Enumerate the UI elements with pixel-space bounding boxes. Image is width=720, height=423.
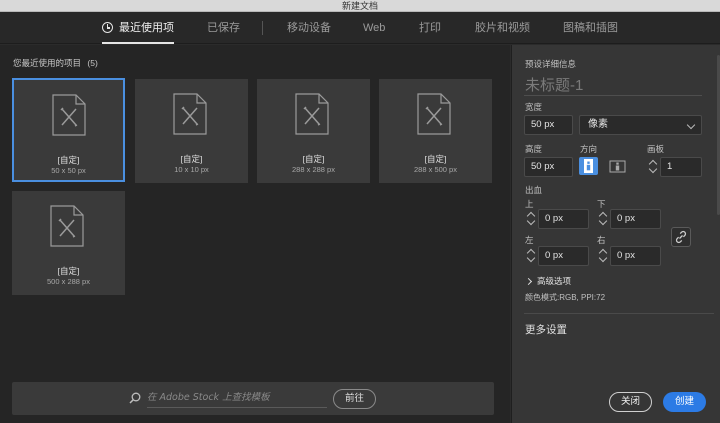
- go-button[interactable]: 前往: [333, 389, 376, 409]
- category-tabbar: 最近使用项 已保存 移动设备 Web 打印 胶片和视频 图稿和插图: [0, 12, 720, 44]
- preset-size: 288 x 288 px: [292, 165, 335, 174]
- bleed-top-field[interactable]: 0 px: [538, 209, 589, 229]
- bleed-right-stepper[interactable]: [598, 246, 609, 266]
- tab-divider: [262, 21, 263, 35]
- more-settings-button[interactable]: 更多设置: [525, 322, 567, 337]
- orientation-label: 方向: [580, 144, 598, 154]
- artboards-field[interactable]: 1: [660, 157, 702, 177]
- more-settings-divider: [524, 313, 714, 314]
- tab-print[interactable]: 打印: [419, 12, 441, 44]
- height-field[interactable]: 50 px: [524, 157, 573, 177]
- landscape-icon: [609, 160, 626, 173]
- preset-name: [自定]: [57, 266, 80, 276]
- chevron-down-icon: [686, 120, 696, 130]
- recent-items-heading: 您最近使用的项目 (5): [13, 57, 98, 69]
- bleed-right-field[interactable]: 0 px: [610, 246, 661, 266]
- tab-film-video[interactable]: 胶片和视频: [475, 12, 530, 44]
- artboards-label: 画板: [647, 144, 665, 154]
- window-titlebar: 新建文档: [0, 0, 720, 12]
- stepper-down-icon: [526, 253, 536, 263]
- document-preset-icon: [417, 93, 451, 135]
- document-name[interactable]: 未标题-1: [525, 74, 583, 95]
- tab-web[interactable]: Web: [363, 12, 385, 44]
- window-title: 新建文档: [341, 1, 378, 11]
- tab-saved[interactable]: 已保存: [207, 12, 240, 44]
- stepper-down-icon: [526, 216, 536, 226]
- preset-details-title: 预设详细信息: [525, 59, 577, 69]
- recent-items-count: (5): [87, 58, 98, 68]
- artboards-stepper[interactable]: [648, 157, 659, 177]
- bleed-left-field[interactable]: 0 px: [538, 246, 589, 266]
- bleed-left-stepper[interactable]: [526, 246, 537, 266]
- link-bleed-button[interactable]: [671, 227, 691, 247]
- preset-size: 50 x 50 px: [51, 166, 86, 175]
- bleed-left-label: 左: [525, 235, 534, 245]
- tab-art-illustration[interactable]: 图稿和插图: [563, 12, 618, 44]
- preset-name: [自定]: [424, 154, 447, 164]
- search-icon: [129, 392, 141, 404]
- stepper-down-icon: [648, 164, 658, 174]
- width-field[interactable]: 50 px: [524, 115, 573, 135]
- tab-mobile[interactable]: 移动设备: [287, 12, 331, 44]
- document-preset-icon: [52, 94, 86, 136]
- bleed-right-label: 右: [597, 235, 606, 245]
- create-button[interactable]: 创建: [663, 392, 706, 412]
- unit-select[interactable]: 像素: [579, 115, 702, 135]
- landscape-orientation-button[interactable]: [608, 157, 627, 175]
- recent-items-panel: 您最近使用的项目 (5) [自定] 50 x 50 px [自定] 10 x 1…: [0, 45, 510, 423]
- name-underline: [524, 95, 702, 96]
- advanced-options-toggle[interactable]: 高级选项: [537, 275, 571, 287]
- bleed-label: 出血: [525, 185, 543, 195]
- link-icon: [675, 230, 687, 244]
- preset-card[interactable]: [自定] 10 x 10 px: [135, 79, 248, 183]
- preset-size: 500 x 288 px: [47, 277, 90, 286]
- close-button[interactable]: 关闭: [609, 392, 652, 412]
- preset-size: 10 x 10 px: [174, 165, 209, 174]
- clock-icon: [102, 22, 113, 33]
- preset-card[interactable]: [自定] 288 x 500 px: [379, 79, 492, 183]
- preset-name: [自定]: [302, 154, 325, 164]
- document-preset-icon: [50, 205, 84, 247]
- color-mode-info: 颜色模式:RGB, PPI:72: [525, 293, 606, 302]
- preset-card[interactable]: [自定] 500 x 288 px: [12, 191, 125, 295]
- preset-card[interactable]: [自定] 50 x 50 px: [12, 78, 125, 182]
- document-preset-icon: [295, 93, 329, 135]
- preset-card[interactable]: [自定] 288 x 288 px: [257, 79, 370, 183]
- chevron-right-icon[interactable]: [524, 277, 533, 286]
- bleed-bottom-field[interactable]: 0 px: [610, 209, 661, 229]
- preset-name: [自定]: [180, 154, 203, 164]
- portrait-icon: [584, 159, 593, 173]
- width-label: 宽度: [525, 102, 543, 112]
- stock-search-input[interactable]: [147, 388, 327, 408]
- tab-recent-label: 最近使用项: [119, 22, 174, 34]
- portrait-orientation-button[interactable]: [579, 157, 598, 175]
- height-label: 高度: [525, 144, 543, 154]
- preset-size: 288 x 500 px: [414, 165, 457, 174]
- bleed-bottom-stepper[interactable]: [598, 209, 609, 229]
- stepper-down-icon: [598, 253, 608, 263]
- stepper-down-icon: [598, 216, 608, 226]
- recent-items-title: 您最近使用的项目: [13, 58, 82, 68]
- stock-search-bar: 前往: [12, 382, 494, 415]
- unit-select-value: 像素: [588, 119, 608, 130]
- document-preset-icon: [173, 93, 207, 135]
- preset-details-panel: 预设详细信息 未标题-1 宽度 50 px 像素 高度 50 px 方向 画板 …: [511, 45, 720, 423]
- tab-recent[interactable]: 最近使用项: [102, 12, 174, 44]
- preset-name: [自定]: [57, 155, 80, 165]
- bleed-top-stepper[interactable]: [526, 209, 537, 229]
